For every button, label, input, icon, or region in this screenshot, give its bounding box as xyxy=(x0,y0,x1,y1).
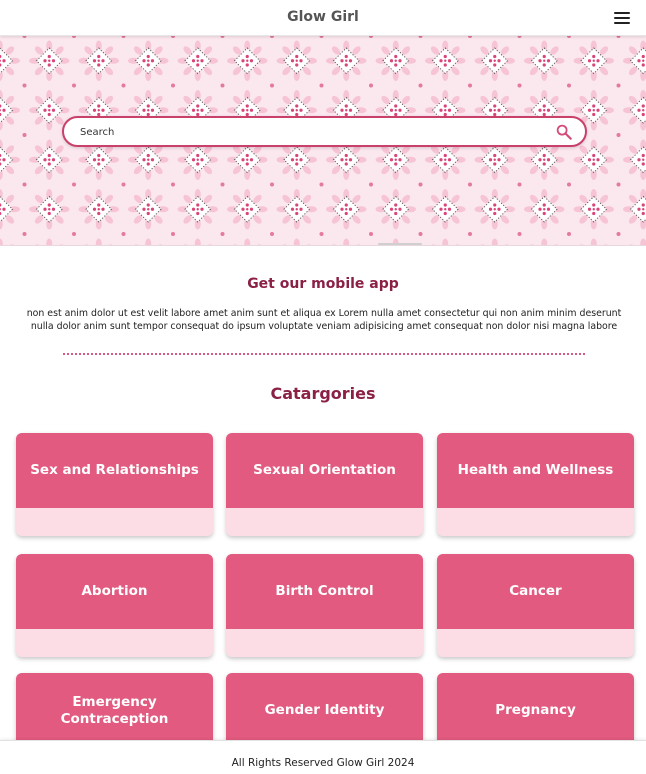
category-label: Abortion xyxy=(81,583,148,599)
category-card-cancer[interactable]: Cancer xyxy=(437,554,634,657)
mobile-app-description: non est anim dolor ut est velit labore a… xyxy=(26,308,622,332)
category-label: Cancer xyxy=(509,583,562,599)
category-label: Sex and Relationships xyxy=(30,462,199,478)
category-card-sex-and-relationships[interactable]: Sex and Relationships xyxy=(16,433,213,536)
category-card-health-and-wellness[interactable]: Health and Wellness xyxy=(437,433,634,536)
category-label: Health and Wellness xyxy=(457,462,614,478)
carousel-indicator[interactable] xyxy=(378,243,422,245)
footer: All Rights Reserved Glow Girl 2024 xyxy=(0,740,646,774)
category-label: Gender Identity xyxy=(264,702,385,718)
section-divider xyxy=(63,353,585,355)
footer-copyright: All Rights Reserved Glow Girl 2024 xyxy=(231,757,415,769)
hamburger-menu-icon[interactable] xyxy=(614,11,630,25)
category-card-sexual-orientation[interactable]: Sexual Orientation xyxy=(226,433,423,536)
category-label: Pregnancy xyxy=(495,702,576,718)
search-icon[interactable] xyxy=(555,123,573,141)
category-label: Sexual Orientation xyxy=(253,462,396,478)
search-input[interactable] xyxy=(80,123,520,141)
mobile-app-heading: Get our mobile app xyxy=(247,276,399,292)
hero-banner xyxy=(0,36,646,246)
categories-heading: Catargories xyxy=(270,384,376,403)
category-label: Emergency Contraception xyxy=(60,693,169,727)
app-title: Glow Girl xyxy=(287,9,359,25)
category-card-abortion[interactable]: Abortion xyxy=(16,554,213,657)
search-bar[interactable] xyxy=(62,116,587,147)
category-label: Birth Control xyxy=(275,583,374,599)
app-bar: Glow Girl xyxy=(0,0,646,36)
category-card-birth-control[interactable]: Birth Control xyxy=(226,554,423,657)
